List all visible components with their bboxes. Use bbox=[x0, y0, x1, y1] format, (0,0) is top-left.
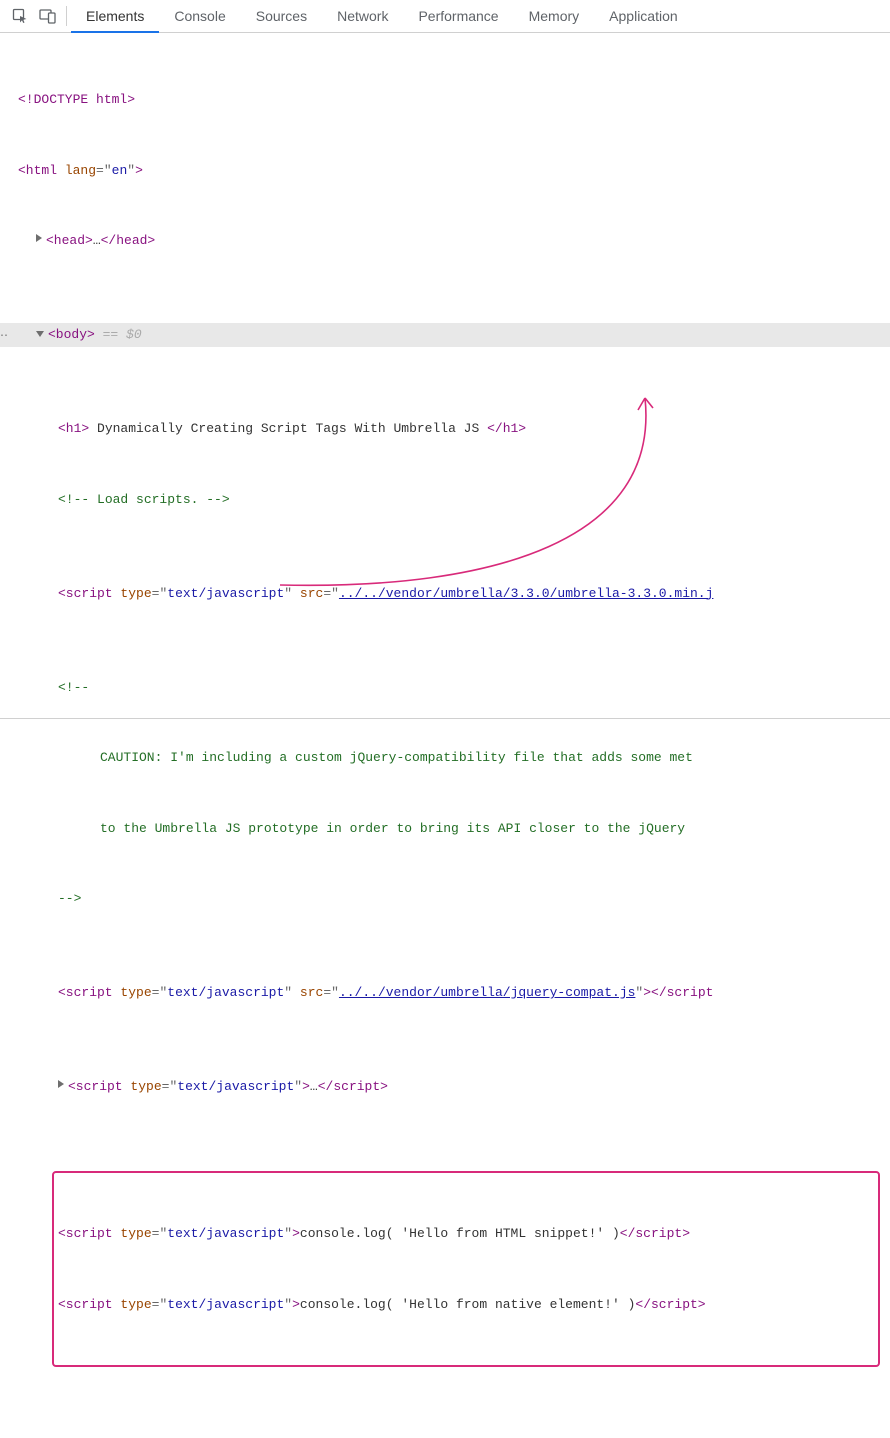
expand-icon[interactable] bbox=[36, 234, 42, 242]
tree-row[interactable]: <!-- Load scripts. --> bbox=[0, 488, 890, 512]
tab-sources[interactable]: Sources bbox=[241, 0, 322, 33]
tree-row[interactable]: CAUTION: I'm including a custom jQuery-c… bbox=[0, 746, 890, 770]
tree-row[interactable]: <h1> Dynamically Creating Script Tags Wi… bbox=[0, 417, 890, 441]
tree-row[interactable]: <script type="text/javascript">console.l… bbox=[58, 1293, 874, 1317]
expand-icon[interactable] bbox=[58, 1080, 64, 1088]
tree-row[interactable]: <head>…</head> bbox=[0, 229, 890, 253]
separator bbox=[66, 6, 67, 26]
tab-console[interactable]: Console bbox=[159, 0, 240, 33]
collapse-icon[interactable] bbox=[36, 331, 44, 337]
tab-memory[interactable]: Memory bbox=[514, 0, 595, 33]
tree-row[interactable]: <script type="text/javascript" src="../.… bbox=[0, 582, 890, 606]
tree-row[interactable]: <script type="text/javascript">console.l… bbox=[58, 1222, 874, 1246]
tree-row[interactable]: <!-- bbox=[0, 676, 890, 700]
tab-performance[interactable]: Performance bbox=[403, 0, 513, 33]
toggle-device-icon[interactable] bbox=[34, 0, 62, 33]
select-element-icon[interactable] bbox=[6, 0, 34, 33]
tab-network[interactable]: Network bbox=[322, 0, 403, 33]
devtools-top-toolbar: Elements Console Sources Network Perform… bbox=[0, 0, 890, 33]
tree-row-selected[interactable]: ⋯ <body> == $0 bbox=[0, 323, 890, 347]
tree-row[interactable]: <!DOCTYPE html> bbox=[0, 88, 890, 112]
tree-row[interactable]: --> bbox=[0, 887, 890, 911]
main-tabstrip: Elements Console Sources Network Perform… bbox=[71, 0, 693, 33]
tab-application[interactable]: Application bbox=[594, 0, 693, 33]
tab-elements[interactable]: Elements bbox=[71, 0, 159, 33]
elements-tree[interactable]: <!DOCTYPE html> <html lang="en"> <head>…… bbox=[0, 33, 890, 1438]
src-link[interactable]: ../../vendor/umbrella/3.3.0/umbrella-3.3… bbox=[339, 586, 713, 601]
more-actions-icon[interactable]: ⋯ bbox=[0, 325, 9, 349]
tree-row[interactable]: <html lang="en"> bbox=[0, 159, 890, 183]
tree-row[interactable]: <script type="text/javascript">…</script… bbox=[0, 1075, 890, 1099]
tree-row[interactable]: <script type="text/javascript" src="../.… bbox=[0, 981, 890, 1005]
tree-row[interactable]: to the Umbrella JS prototype in order to… bbox=[0, 817, 890, 841]
annotation-highlight-box: <script type="text/javascript">console.l… bbox=[52, 1171, 880, 1367]
src-link[interactable]: ../../vendor/umbrella/jquery-compat.js bbox=[339, 985, 635, 1000]
